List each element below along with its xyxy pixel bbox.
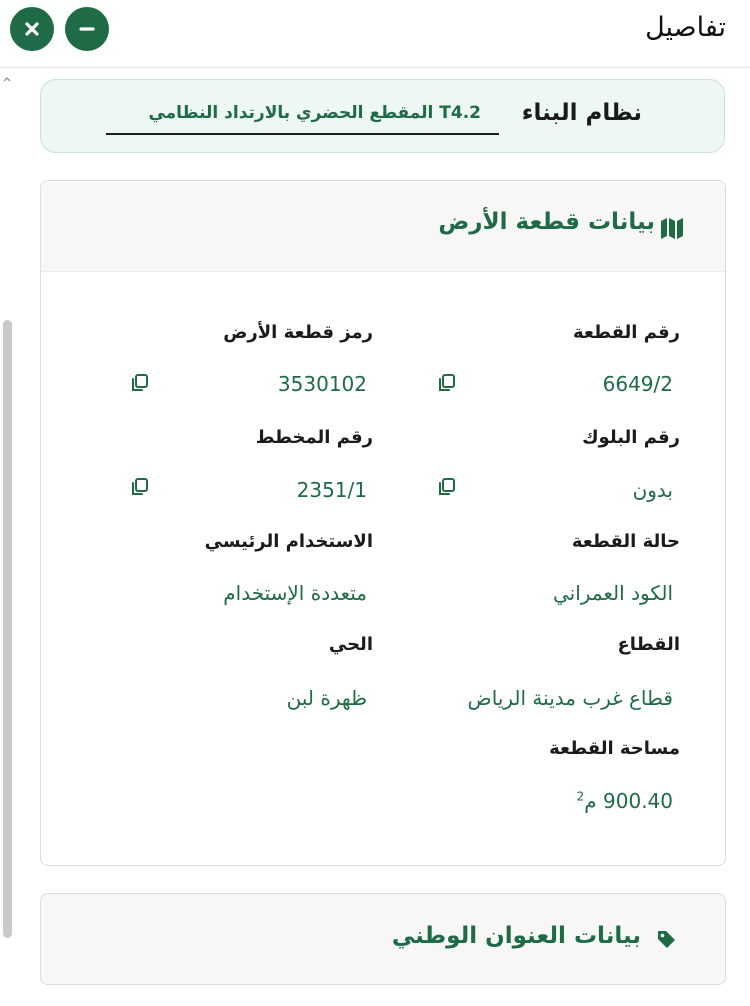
copy-icon[interactable] xyxy=(129,476,151,498)
sector-label: القطاع xyxy=(617,634,680,655)
building-system-select[interactable]: T4.2 المقطع الحضري بالارتداد النظامي xyxy=(106,97,499,135)
building-system-panel: نظام البناء T4.2 المقطع الحضري بالارتداد… xyxy=(40,79,725,153)
address-card-title: بيانات العنوان الوطني xyxy=(391,923,641,949)
map-icon xyxy=(661,218,683,239)
plot-code-value: 3530102 xyxy=(277,372,367,396)
scroll-up-arrow-icon[interactable] xyxy=(2,74,12,84)
area-number: 900.40 xyxy=(603,789,673,813)
area-unit: م2 xyxy=(576,789,597,813)
main-use-value: متعددة الإستخدام xyxy=(223,581,367,605)
minus-icon xyxy=(79,27,95,31)
national-address-card[interactable]: بيانات العنوان الوطني xyxy=(40,893,726,985)
page-title: تفاصيل xyxy=(645,12,726,43)
address-card-header[interactable]: بيانات العنوان الوطني xyxy=(41,894,725,984)
district-label: الحي xyxy=(328,634,373,655)
copy-icon[interactable] xyxy=(129,372,151,394)
building-system-label: نظام البناء xyxy=(521,100,642,126)
plot-status-label: حالة القطعة xyxy=(571,531,680,552)
close-button[interactable] xyxy=(10,7,54,51)
scrollbar-thumb[interactable] xyxy=(3,320,12,938)
plot-code-label: رمز قطعة الأرض xyxy=(223,322,373,343)
land-card-header[interactable]: بيانات قطعة الأرض xyxy=(41,181,725,272)
copy-icon[interactable] xyxy=(436,476,458,498)
plot-number-label: رقم القطعة xyxy=(572,322,680,343)
close-icon xyxy=(25,22,39,36)
land-card-title: بيانات قطعة الأرض xyxy=(438,209,655,235)
plot-status-value: الكود العمراني xyxy=(553,581,673,605)
plan-number-label: رقم المخطط xyxy=(255,427,373,448)
land-data-card: بيانات قطعة الأرض رقم القطعة رمز قطعة ال… xyxy=(40,180,726,866)
sector-value: قطاع غرب مدينة الرياض xyxy=(467,686,673,710)
tag-icon xyxy=(658,931,675,948)
plot-number-value: 6649/2 xyxy=(602,372,673,396)
plan-number-value: 2351/1 xyxy=(296,478,367,502)
minimize-button[interactable] xyxy=(65,7,109,51)
area-label: مساحة القطعة xyxy=(549,738,680,759)
block-number-label: رقم البلوك xyxy=(582,427,680,448)
block-number-value: بدون xyxy=(632,478,673,502)
copy-icon[interactable] xyxy=(436,372,458,394)
header-bar: تفاصيل xyxy=(0,0,750,68)
main-use-label: الاستخدام الرئيسي xyxy=(204,531,373,552)
district-value: ظهرة لبن xyxy=(286,686,367,710)
area-value: 900.40 م2 xyxy=(577,789,673,813)
